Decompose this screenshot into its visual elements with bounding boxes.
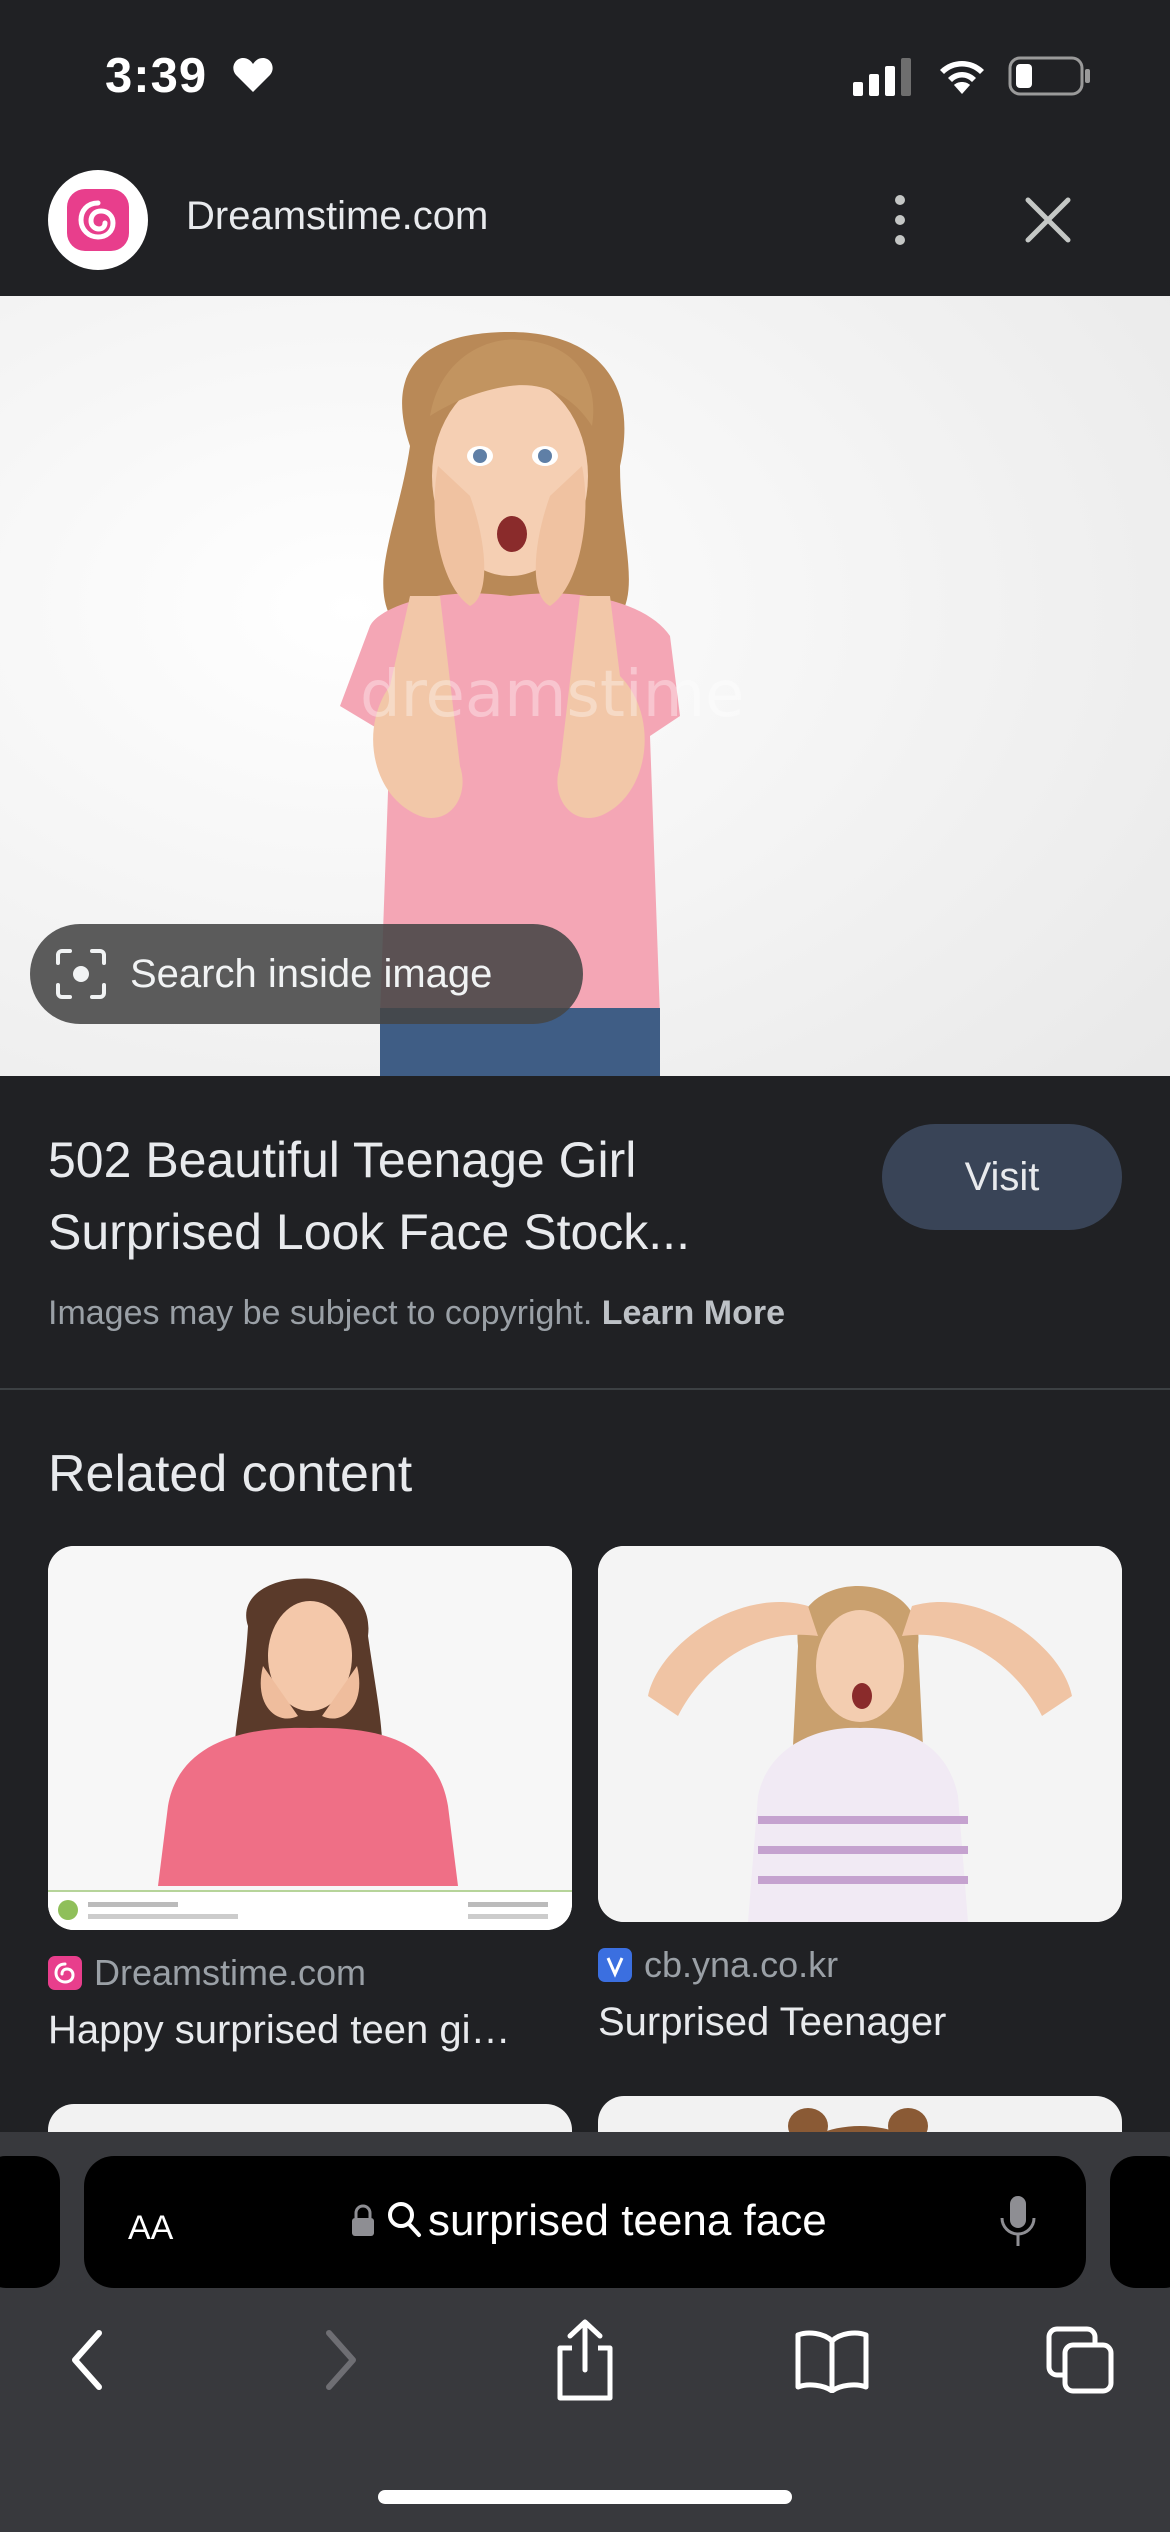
status-time: 3:39 bbox=[105, 49, 208, 103]
copyright-notice: Images may be subject to copyright. Lear… bbox=[48, 1294, 785, 1333]
mic-icon[interactable] bbox=[998, 2194, 1038, 2250]
home-indicator[interactable] bbox=[378, 2490, 792, 2504]
next-tab-address-bar[interactable] bbox=[1110, 2156, 1170, 2288]
heart-icon bbox=[233, 58, 273, 92]
back-icon bbox=[72, 2330, 102, 2390]
share-icon bbox=[557, 2319, 613, 2401]
lock-icon bbox=[352, 2204, 374, 2236]
related-title-1[interactable]: Happy surprised teen gi… bbox=[48, 2008, 572, 2053]
learn-more-link[interactable]: Learn More bbox=[602, 1294, 785, 1332]
divider bbox=[0, 1388, 1170, 1390]
battery-icon bbox=[1008, 56, 1090, 96]
site-name[interactable]: Dreamstime.com bbox=[186, 194, 488, 239]
related-photo-2 bbox=[598, 1546, 1122, 1922]
search-inside-image-label: Search inside image bbox=[130, 951, 493, 996]
copyright-text: Images may be subject to copyright. bbox=[48, 1294, 593, 1332]
signal-icon bbox=[853, 58, 911, 96]
dreamstime-logo-icon bbox=[67, 189, 129, 251]
back-button[interactable] bbox=[48, 2320, 128, 2400]
svg-text:dreamstime: dreamstime bbox=[360, 658, 744, 732]
related-source-1: Dreamstime.com bbox=[48, 1952, 366, 1994]
related-image-1[interactable] bbox=[48, 1546, 572, 1930]
visit-button[interactable]: Visit bbox=[882, 1124, 1122, 1230]
close-icon[interactable] bbox=[1020, 192, 1076, 248]
search-inside-image-button[interactable]: Search inside image bbox=[30, 924, 583, 1024]
related-photo-1 bbox=[48, 1546, 572, 1930]
search-icon bbox=[388, 2202, 421, 2237]
aa-label: AA bbox=[128, 2209, 174, 2247]
forward-icon bbox=[326, 2330, 356, 2390]
related-source-label-1: Dreamstime.com bbox=[94, 1952, 367, 1993]
related-image-2[interactable] bbox=[598, 1546, 1122, 1922]
share-button[interactable] bbox=[545, 2319, 625, 2401]
lens-icon bbox=[56, 949, 106, 999]
site-logo bbox=[48, 170, 148, 270]
tabs-icon bbox=[1046, 2326, 1114, 2394]
related-source-2: cb.yna.co.kr bbox=[598, 1944, 838, 1986]
forward-button[interactable] bbox=[300, 2320, 380, 2400]
wifi-icon bbox=[940, 61, 984, 94]
result-header bbox=[0, 150, 1170, 296]
more-vert-icon[interactable] bbox=[880, 190, 920, 250]
dreamstime-favicon-icon bbox=[48, 1956, 82, 1990]
yna-favicon-icon bbox=[598, 1948, 632, 1982]
previous-tab-address-bar[interactable] bbox=[0, 2156, 60, 2288]
bookmarks-icon bbox=[795, 2330, 869, 2393]
reader-aa-button[interactable]: AA bbox=[128, 2196, 173, 2251]
related-title-2[interactable]: Surprised Teenager bbox=[598, 2000, 946, 2045]
tabs-button[interactable] bbox=[1040, 2320, 1120, 2400]
bookmarks-button[interactable] bbox=[792, 2320, 872, 2400]
result-title[interactable]: 502 Beautiful Teenage Girl Surprised Loo… bbox=[48, 1124, 808, 1268]
related-content-heading: Related content bbox=[48, 1445, 413, 1503]
address-query[interactable]: surprised teena face bbox=[428, 2196, 827, 2246]
related-source-label-2: cb.yna.co.kr bbox=[644, 1944, 839, 1985]
